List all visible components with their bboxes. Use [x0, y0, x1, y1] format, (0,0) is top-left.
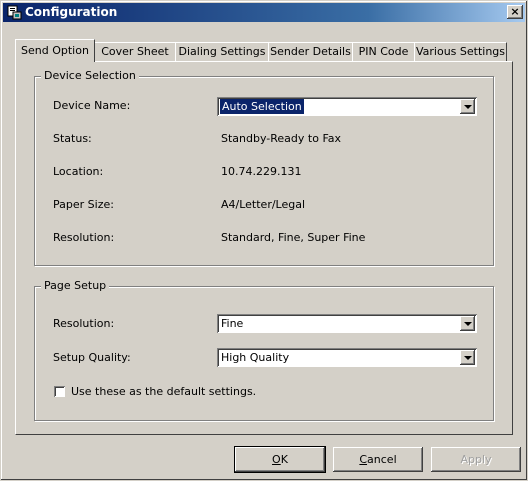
cancel-label-rest: ancel: [367, 453, 397, 466]
tab-send-option[interactable]: Send Option: [15, 39, 95, 62]
cancel-mnemonic: C: [359, 453, 368, 466]
setup-quality-value: High Quality: [221, 351, 290, 364]
chevron-down-icon[interactable]: [460, 316, 475, 331]
tab-pin-code[interactable]: PIN Code: [352, 42, 415, 61]
tab-dialing-settings[interactable]: Dialing Settings: [175, 42, 269, 61]
location-value: 10.74.229.131: [221, 165, 302, 178]
app-config-icon: [7, 5, 22, 20]
close-icon: ×: [510, 5, 520, 18]
device-resolution-label: Resolution:: [53, 231, 115, 244]
location-label: Location:: [53, 165, 104, 178]
device-name-select[interactable]: Auto Selection: [217, 97, 477, 116]
page-resolution-value: Fine: [221, 317, 244, 330]
chevron-down-icon[interactable]: [460, 99, 475, 114]
setup-quality-label: Setup Quality:: [53, 351, 131, 364]
close-button[interactable]: ×: [507, 5, 523, 19]
send-option-panel: Device Selection Device Name: Auto Selec…: [15, 61, 513, 435]
status-label: Status:: [53, 132, 92, 145]
ok-button[interactable]: OK: [235, 447, 325, 472]
setup-quality-select[interactable]: High Quality: [217, 348, 477, 367]
chevron-down-icon[interactable]: [460, 350, 475, 365]
ok-mnemonic: O: [272, 453, 281, 466]
paper-size-value: A4/Letter/Legal: [221, 198, 306, 211]
configuration-dialog: Configuration × Send Option Cover Sheet …: [0, 0, 528, 481]
tab-sender-details[interactable]: Sender Details: [268, 42, 353, 61]
page-setup-group: Page Setup Resolution: Fine Setup Qualit…: [34, 279, 494, 421]
device-selection-group: Device Selection Device Name: Auto Selec…: [34, 69, 494, 266]
cancel-button[interactable]: Cancel: [333, 447, 423, 472]
ok-label-rest: K: [280, 453, 288, 466]
page-resolution-label: Resolution:: [53, 317, 115, 330]
device-name-value: Auto Selection: [220, 99, 304, 114]
device-name-label: Device Name:: [53, 99, 131, 112]
device-resolution-value: Standard, Fine, Super Fine: [221, 231, 366, 244]
default-settings-label[interactable]: Use these as the default settings.: [71, 385, 256, 398]
page-setup-legend: Page Setup: [41, 279, 110, 292]
tab-various-settings[interactable]: Various Settings: [414, 42, 507, 61]
default-settings-checkbox[interactable]: [54, 386, 65, 397]
paper-size-label: Paper Size:: [53, 198, 114, 211]
window-title: Configuration: [25, 5, 118, 19]
device-selection-legend: Device Selection: [41, 69, 139, 82]
page-resolution-select[interactable]: Fine: [217, 314, 477, 333]
title-bar[interactable]: Configuration ×: [3, 3, 525, 22]
status-value: Standby-Ready to Fax: [221, 132, 342, 145]
apply-button[interactable]: Apply: [431, 447, 521, 472]
tab-cover-sheet[interactable]: Cover Sheet: [94, 42, 176, 61]
